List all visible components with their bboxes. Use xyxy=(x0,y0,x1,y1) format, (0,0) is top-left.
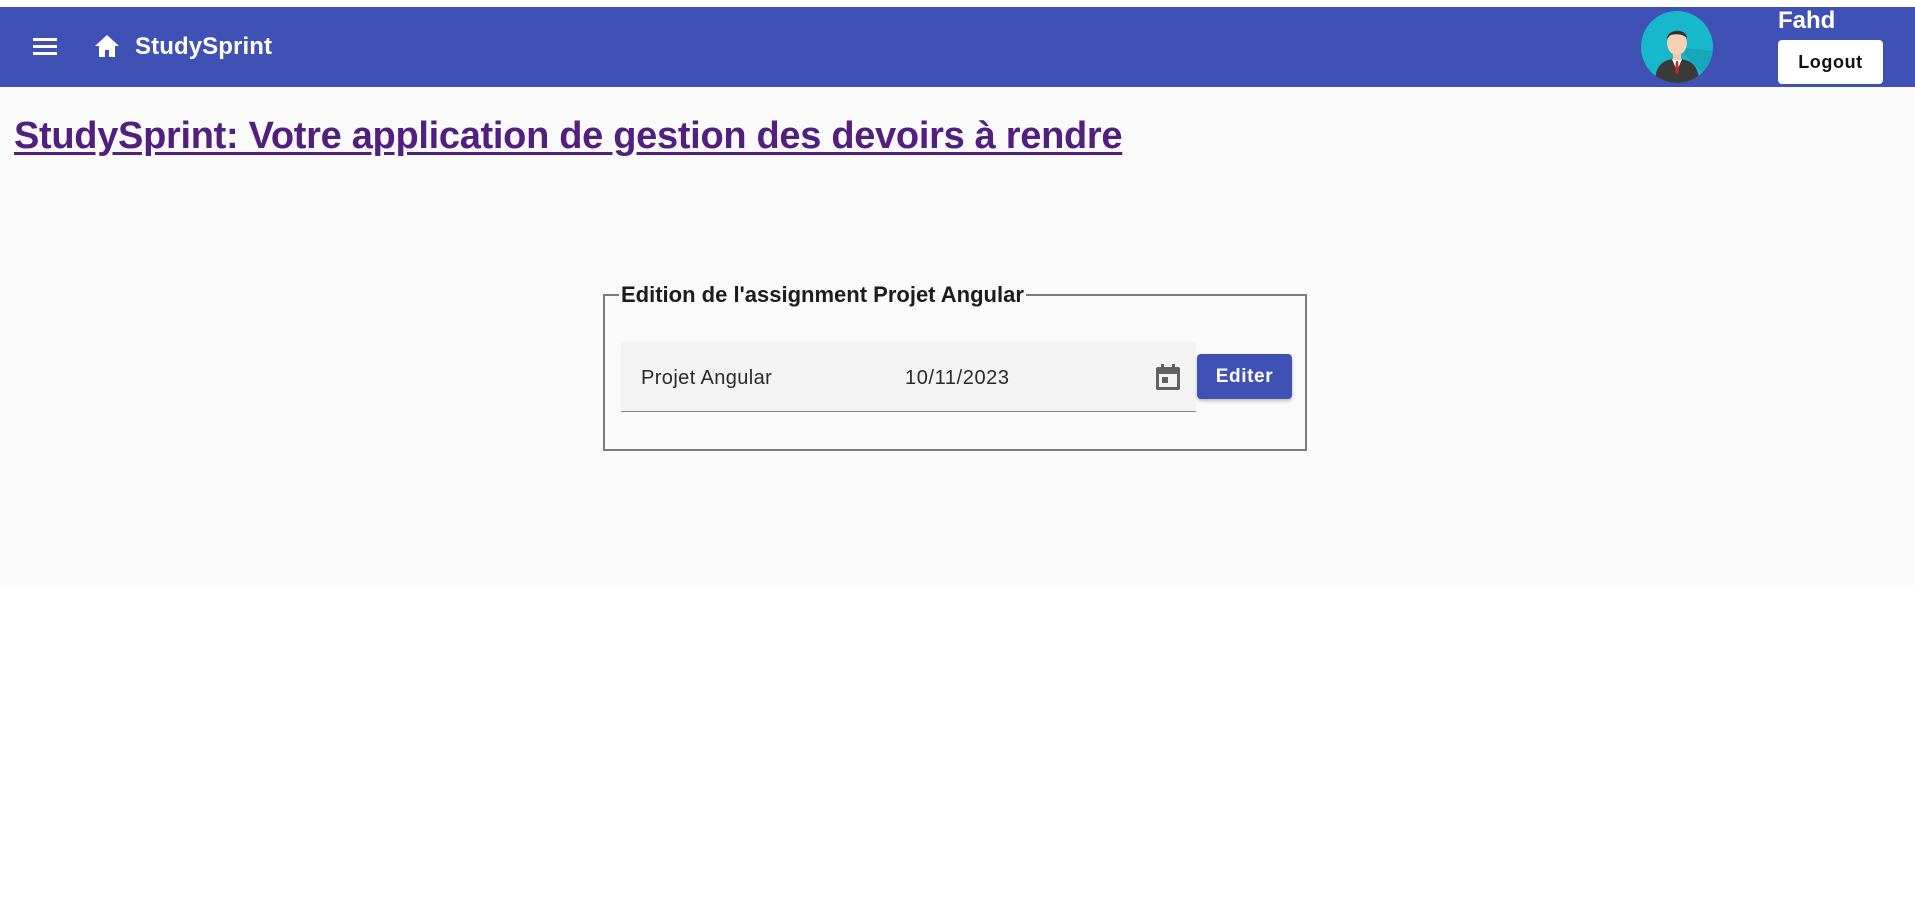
due-date-input[interactable] xyxy=(905,364,1105,392)
assignment-form-field xyxy=(621,342,1196,412)
home-button[interactable] xyxy=(88,27,126,65)
logout-button[interactable]: Logout xyxy=(1778,40,1883,84)
avatar-icon xyxy=(1655,30,1713,83)
datepicker-toggle-button[interactable] xyxy=(1151,360,1185,394)
calendar-icon xyxy=(1156,364,1180,390)
main-content: StudySprint: Votre application de gestio… xyxy=(0,87,1915,587)
edit-submit-button[interactable]: Editer xyxy=(1197,354,1292,399)
app-title[interactable]: StudySprint xyxy=(135,33,272,61)
assignment-name-input[interactable] xyxy=(641,364,871,392)
edit-assignment-form: Edition de l'assignment Projet Angular E… xyxy=(603,282,1307,451)
menu-icon xyxy=(33,38,57,55)
menu-button[interactable] xyxy=(26,27,64,65)
user-avatar[interactable] xyxy=(1641,11,1713,83)
top-toolbar: StudySprint Fahd Logout xyxy=(0,7,1915,87)
page-heading-link[interactable]: StudySprint: Votre application de gestio… xyxy=(14,115,1123,158)
form-legend: Edition de l'assignment Projet Angular xyxy=(619,282,1026,308)
user-name: Fahd xyxy=(1778,7,1836,34)
home-icon xyxy=(95,35,119,57)
